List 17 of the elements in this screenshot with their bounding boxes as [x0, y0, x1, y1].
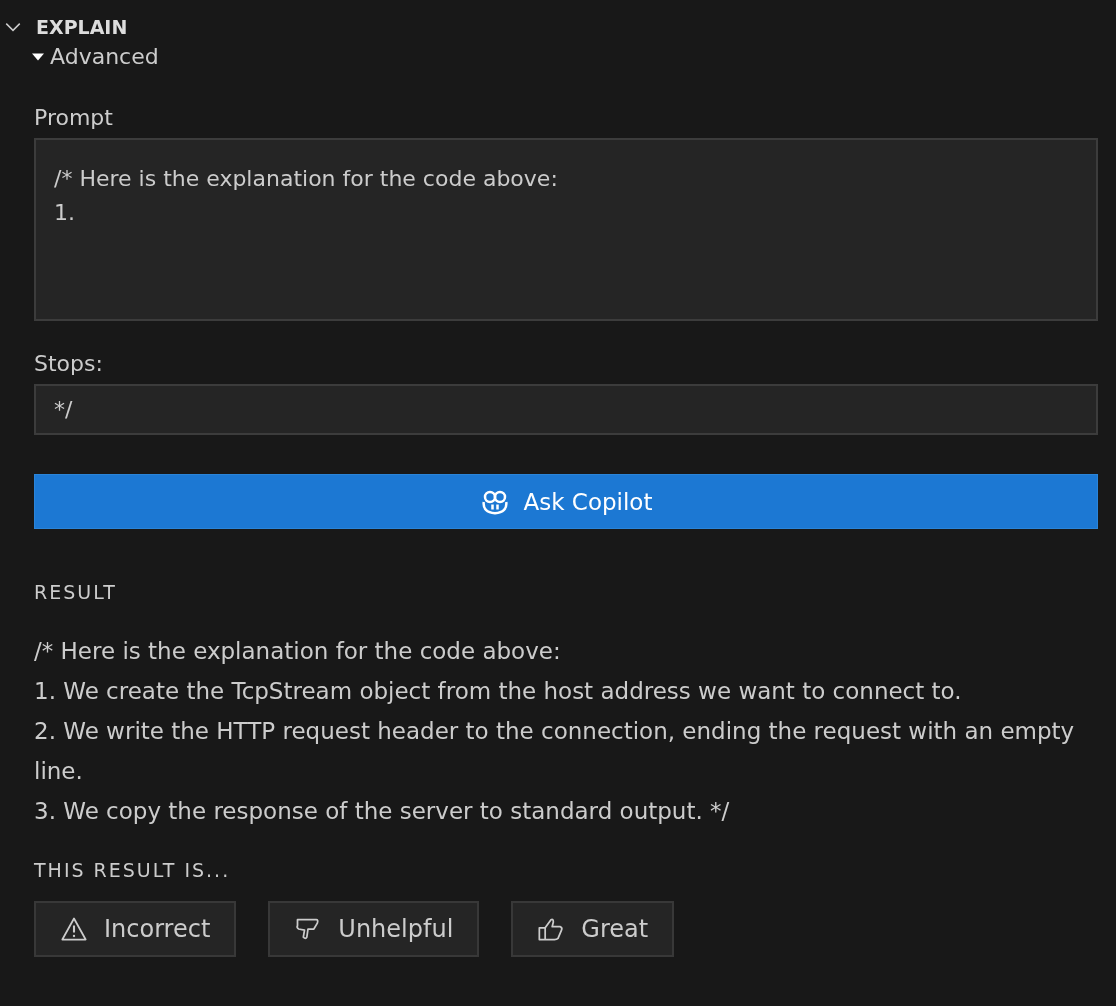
advanced-toggle[interactable]: Advanced	[32, 44, 159, 69]
feedback-button[interactable]: Great	[511, 901, 675, 957]
result-text-line: /* Here is the explanation for the code above:	[34, 637, 562, 666]
result-text-line: 2. We write the HTTP request header to the connection, ending the request with an empty line.	[34, 717, 1076, 786]
feedback-heading: THIS RESULT IS...	[34, 859, 232, 881]
feedback-button[interactable]: Unhelpful	[268, 901, 480, 957]
prompt-field[interactable]: /* Here is the explanation for the code above: 1.	[34, 138, 1098, 321]
stops-field[interactable]: */	[34, 384, 1098, 435]
result-heading: RESULT	[34, 581, 118, 603]
result-text-line: 3. We copy the response of the server to standard output. */	[34, 797, 731, 826]
feedback-button[interactable]: Incorrect	[34, 901, 237, 957]
stops-label: Stops:	[34, 351, 104, 376]
result-text-line: 1. We create the TcpStream object from the host address we want to connect to.	[34, 677, 963, 706]
prompt-label: Prompt	[34, 105, 114, 130]
ask-copilot-button[interactable]: Ask Copilot	[34, 474, 1098, 529]
section-title[interactable]: EXPLAIN	[36, 16, 128, 38]
warning-icon	[60, 915, 88, 943]
